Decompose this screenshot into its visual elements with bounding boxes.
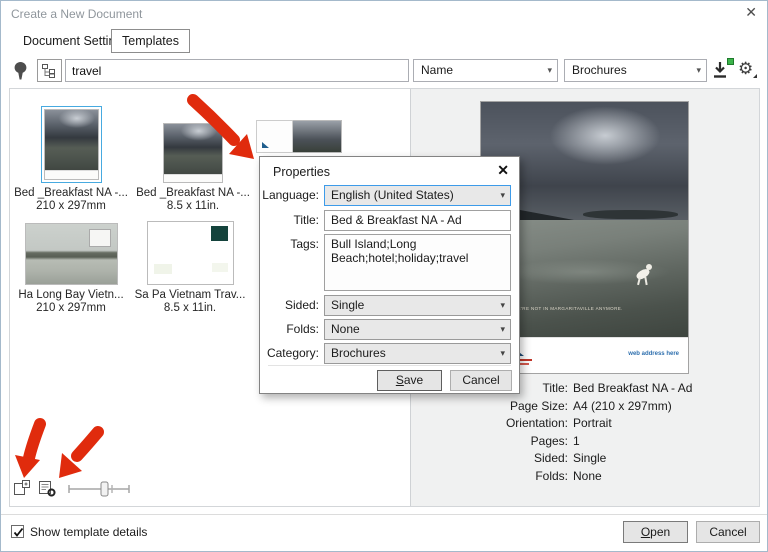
chevron-down-icon: ▾ (696, 60, 701, 81)
popup-close-icon[interactable]: ✕ (497, 162, 509, 179)
template-name: Bed _Breakfast NA -... (132, 187, 254, 199)
close-icon[interactable]: ✕ (745, 4, 757, 21)
chevron-down-icon: ▾ (500, 344, 505, 363)
language-dropdown[interactable]: English (United States) ▾ (324, 185, 511, 206)
detail-value: 1 (573, 433, 759, 451)
selection-border (41, 106, 102, 183)
thumbnail-zoom-slider[interactable] (67, 481, 131, 500)
location-pin-icon[interactable] (13, 61, 28, 84)
new-document-icon[interactable] (13, 479, 31, 500)
show-template-details-label: Show template details (30, 525, 147, 539)
template-name: Bed _Breakfast NA -... (10, 187, 132, 199)
thumbnail-text-block (212, 263, 228, 272)
sided-value: Single (331, 298, 364, 312)
open-button[interactable]: Open (623, 521, 688, 543)
template-thumbnail (44, 109, 99, 180)
template-properties-icon[interactable] (38, 479, 57, 500)
detail-label: Folds: (411, 468, 568, 486)
tree-view-icon (41, 63, 58, 78)
template-size: 8.5 x 11in. (132, 200, 254, 212)
new-content-badge (727, 58, 734, 65)
template-card-bed-breakfast-letter[interactable]: Bed _Breakfast NA -... 8.5 x 11in. (132, 101, 254, 212)
tab-templates[interactable]: Templates (111, 29, 190, 53)
template-name: Sa Pa Vietnam Trav... (134, 289, 246, 301)
language-label: Language: (260, 188, 319, 202)
thumbnail-text-box (89, 229, 111, 247)
popup-title: Properties (273, 165, 330, 179)
dog-figure (633, 262, 657, 290)
template-card-bed-breakfast-a4[interactable]: Bed _Breakfast NA -... 210 x 297mm (10, 101, 132, 212)
save-button[interactable]: Save (377, 370, 442, 391)
language-value: English (United States) (331, 188, 454, 202)
title-input[interactable]: Bed & Breakfast NA - Ad (324, 210, 511, 231)
template-size: 210 x 297mm (10, 200, 132, 212)
dialog-title: Create a New Document (11, 7, 142, 21)
template-thumbnail (147, 221, 234, 285)
detail-label: Page Size: (411, 398, 568, 416)
template-details: Title:Bed Breakfast NA - Ad Page Size:A4… (411, 380, 759, 485)
detail-label: Sided: (411, 450, 568, 468)
detail-value: A4 (210 x 297mm) (573, 398, 759, 416)
tags-input[interactable]: Bull Island;Long Beach;hotel;holiday;tra… (324, 234, 511, 291)
category-label: Category: (260, 346, 319, 360)
web-address-text: web address here (628, 351, 679, 357)
detail-value: Bed Breakfast NA - Ad (573, 380, 759, 398)
template-thumbnail (256, 120, 293, 153)
sided-dropdown[interactable]: Single ▾ (324, 295, 511, 316)
detail-label: Orientation: (411, 415, 568, 433)
properties-popup: Properties ✕ Language: English (United S… (259, 156, 520, 394)
popup-cancel-button[interactable]: Cancel (450, 370, 512, 391)
get-more-templates-icon[interactable] (712, 60, 733, 81)
browse-folders-button[interactable] (37, 59, 62, 82)
chevron-down-icon: ▾ (547, 60, 552, 81)
chevron-down-icon: ▾ (500, 296, 505, 315)
folds-label: Folds: (260, 322, 319, 336)
preview-overlay-text: WE'RE NOT IN MARGARITAVILLE ANYMORE. (513, 306, 623, 311)
detail-label: Pages: (411, 433, 568, 451)
checkmark-icon (12, 526, 25, 539)
category-dropdown[interactable]: Brochures ▾ (324, 343, 511, 364)
divider (268, 365, 511, 366)
divider (1, 514, 767, 515)
create-new-document-dialog: Create a New Document ✕ Document Setting… (0, 0, 768, 552)
template-thumbnail (293, 120, 342, 153)
detail-value: Single (573, 450, 759, 468)
detail-value: None (573, 468, 759, 486)
sort-by-dropdown[interactable]: Name ▾ (413, 59, 558, 82)
template-card-ha-long-bay[interactable]: Ha Long Bay Vietn... 210 x 297mm (10, 219, 132, 314)
search-input[interactable] (65, 59, 409, 82)
category-filter-value: Brochures (572, 63, 627, 77)
chevron-down-icon: ▾ (500, 186, 505, 205)
template-card-partial[interactable] (256, 120, 342, 153)
template-thumbnail (25, 223, 118, 285)
chevron-down-icon: ▾ (500, 320, 505, 339)
show-template-details-checkbox[interactable] (11, 525, 24, 538)
tags-label: Tags: (260, 237, 319, 251)
template-thumbnail (163, 123, 223, 183)
thumbnail-text-block (154, 264, 172, 274)
cancel-button[interactable]: Cancel (696, 521, 760, 543)
preview-island (583, 210, 678, 219)
category-filter-dropdown[interactable]: Brochures ▾ (564, 59, 707, 82)
sided-label: Sided: (260, 298, 319, 312)
template-size: 8.5 x 11in. (134, 302, 246, 314)
title-label: Title: (260, 213, 319, 227)
category-value: Brochures (331, 346, 386, 360)
thumbnail-text-box (211, 226, 228, 241)
folds-dropdown[interactable]: None ▾ (324, 319, 511, 340)
template-name: Ha Long Bay Vietn... (10, 289, 132, 301)
sort-by-value: Name (421, 63, 453, 77)
template-size: 210 x 297mm (10, 302, 132, 314)
options-gear-icon[interactable]: ⚙ (738, 58, 753, 80)
detail-value: Portrait (573, 415, 759, 433)
template-card-sa-pa[interactable]: Sa Pa Vietnam Trav... 8.5 x 11in. (134, 219, 246, 314)
folds-value: None (331, 322, 360, 336)
